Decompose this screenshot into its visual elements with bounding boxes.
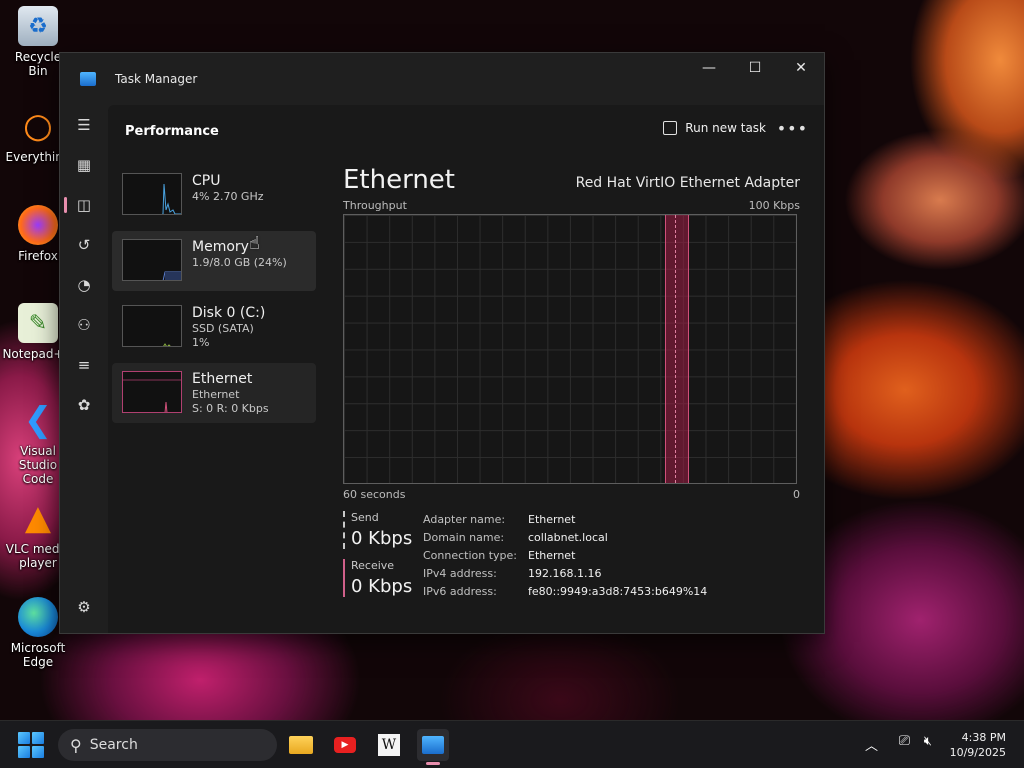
hamburger-menu-icon[interactable]: ☰ xyxy=(60,105,108,145)
volume-muted-icon[interactable]: 🔇︎ xyxy=(924,734,932,749)
close-button[interactable]: ✕ xyxy=(778,53,824,83)
everything-search-icon: ○ xyxy=(23,106,53,146)
more-options-button[interactable]: ••• xyxy=(777,119,808,138)
clock[interactable]: 4:38 PM 10/9/2025 xyxy=(950,730,1006,760)
network-stats: Send 0 Kbps Receive 0 Kbps Adapter name:… xyxy=(343,511,800,607)
property-row: Adapter name: Ethernet xyxy=(423,513,576,526)
perf-item-throughput: S: 0 R: 0 Kbps xyxy=(192,402,269,415)
processes-icon[interactable]: ▦ xyxy=(60,145,108,185)
firefox-icon xyxy=(18,205,58,245)
youtube-icon[interactable]: ▶ xyxy=(329,729,361,761)
property-row: Domain name: collabnet.local xyxy=(423,531,608,544)
minimize-button[interactable]: — xyxy=(686,53,732,83)
run-new-task-label: Run new task xyxy=(685,121,766,135)
receive-stat: Receive 0 Kbps xyxy=(343,559,421,597)
send-stat: Send 0 Kbps xyxy=(343,511,421,549)
nav-rail: ☰ ▦ ◫ ↺ ◔ ⚇ ≡ ✿ ⚙ xyxy=(60,105,108,633)
services-icon[interactable]: ✿ xyxy=(60,385,108,425)
adapter-properties: Adapter name: Ethernet Domain name: collab… xyxy=(423,511,707,607)
task-manager-window: Task Manager — ☐ ✕ ☰ ▦ ◫ ↺ ◔ ⚇ ≡ ✿ ⚙ Per… xyxy=(59,52,825,634)
cpu-mini-graph xyxy=(122,173,182,215)
clock-time: 4:38 PM xyxy=(961,731,1006,744)
property-row: Connection type: Ethernet xyxy=(423,549,576,562)
task-manager-icon[interactable] xyxy=(417,729,449,765)
ethernet-detail-panel: Ethernet Red Hat VirtIO Ethernet Adapter… xyxy=(343,165,800,607)
performance-list: CPU 4% 2.70 GHz Memory 1.9/8.0 GB (24%) xyxy=(112,165,316,429)
perf-item-detail: Ethernet xyxy=(192,388,240,401)
perf-item-name: Ethernet xyxy=(192,371,253,387)
clock-date: 10/9/2025 xyxy=(949,746,1006,759)
perf-item-detail: 1.9/8.0 GB (24%) xyxy=(192,256,287,269)
wikipedia-icon[interactable]: W xyxy=(373,729,405,761)
new-task-icon xyxy=(663,121,678,135)
property-row: IPv4 address: 192.168.1.16 xyxy=(423,567,602,580)
memory-mini-graph xyxy=(122,239,182,281)
perf-item-name: Memory xyxy=(192,239,249,255)
perf-item-usage: 1% xyxy=(192,336,210,349)
perf-item-detail: SSD (SATA) xyxy=(192,322,254,335)
details-icon[interactable]: ≡ xyxy=(60,345,108,385)
start-button[interactable] xyxy=(18,732,44,758)
vscode-icon: ❮ xyxy=(23,400,53,440)
page-header: Performance Run new task ••• xyxy=(108,105,824,157)
search-icon: ⚲ xyxy=(70,735,82,755)
chevron-up-icon[interactable]: ︿ xyxy=(865,735,878,754)
main-content: Performance Run new task ••• CPU 4% 2.70… xyxy=(108,105,824,633)
maximize-button[interactable]: ☐ xyxy=(732,53,778,83)
perf-item-memory[interactable]: Memory 1.9/8.0 GB (24%) xyxy=(112,231,316,291)
graph-y-label: Throughput xyxy=(343,199,407,212)
vlc-icon: ▲ xyxy=(24,498,52,538)
throughput-graph xyxy=(343,214,797,484)
graph-x-right: 0 xyxy=(793,488,800,501)
users-icon[interactable]: ⚇ xyxy=(60,305,108,345)
network-icon[interactable]: ⎚ xyxy=(899,733,910,749)
disk-mini-graph xyxy=(122,305,182,347)
notepad-plus-plus-icon: ✎ xyxy=(18,303,58,343)
ethernet-mini-graph xyxy=(122,371,182,413)
search-placeholder: Search xyxy=(89,737,138,753)
receive-value: 0 Kbps xyxy=(351,576,413,597)
throughput-spike xyxy=(665,215,689,483)
perf-item-detail: 4% 2.70 GHz xyxy=(192,190,264,203)
file-explorer-icon[interactable] xyxy=(285,729,317,761)
edge-icon xyxy=(18,597,58,637)
send-value: 0 Kbps xyxy=(351,528,413,549)
window-title: Task Manager xyxy=(115,72,198,86)
graph-x-left: 60 seconds xyxy=(343,488,406,501)
app-history-icon[interactable]: ↺ xyxy=(60,225,108,265)
startup-apps-icon[interactable]: ◔ xyxy=(60,265,108,305)
page-title: Performance xyxy=(125,123,219,139)
perf-item-disk[interactable]: Disk 0 (C:) SSD (SATA) 1% xyxy=(112,297,316,357)
taskbar-search[interactable]: ⚲ Search xyxy=(58,729,277,761)
perf-item-name: CPU xyxy=(192,173,221,189)
mouse-cursor-icon: ☝ xyxy=(249,233,260,254)
task-manager-app-icon xyxy=(80,72,96,86)
settings-icon[interactable]: ⚙ xyxy=(60,587,108,627)
performance-icon[interactable]: ◫ xyxy=(60,185,108,225)
title-bar[interactable]: Task Manager — ☐ ✕ xyxy=(60,53,824,105)
perf-item-name: Disk 0 (C:) xyxy=(192,305,266,321)
perf-item-ethernet[interactable]: Ethernet Ethernet S: 0 R: 0 Kbps xyxy=(112,363,316,423)
recycle-bin-icon: ♻ xyxy=(18,6,58,46)
run-new-task-button[interactable]: Run new task xyxy=(663,121,766,135)
graph-y-max: 100 Kbps xyxy=(748,199,800,212)
perf-item-cpu[interactable]: CPU 4% 2.70 GHz xyxy=(112,165,316,225)
adapter-description: Red Hat VirtIO Ethernet Adapter xyxy=(575,175,800,191)
property-row: IPv6 address: fe80::9949:a3d8:7453:b649%1… xyxy=(423,585,708,598)
taskbar: ⚲ Search ▶ W ︿ ⎚ 🔇︎ 4:38 PM 10/9/2025 xyxy=(0,720,1024,768)
window-controls: — ☐ ✕ xyxy=(686,53,824,83)
